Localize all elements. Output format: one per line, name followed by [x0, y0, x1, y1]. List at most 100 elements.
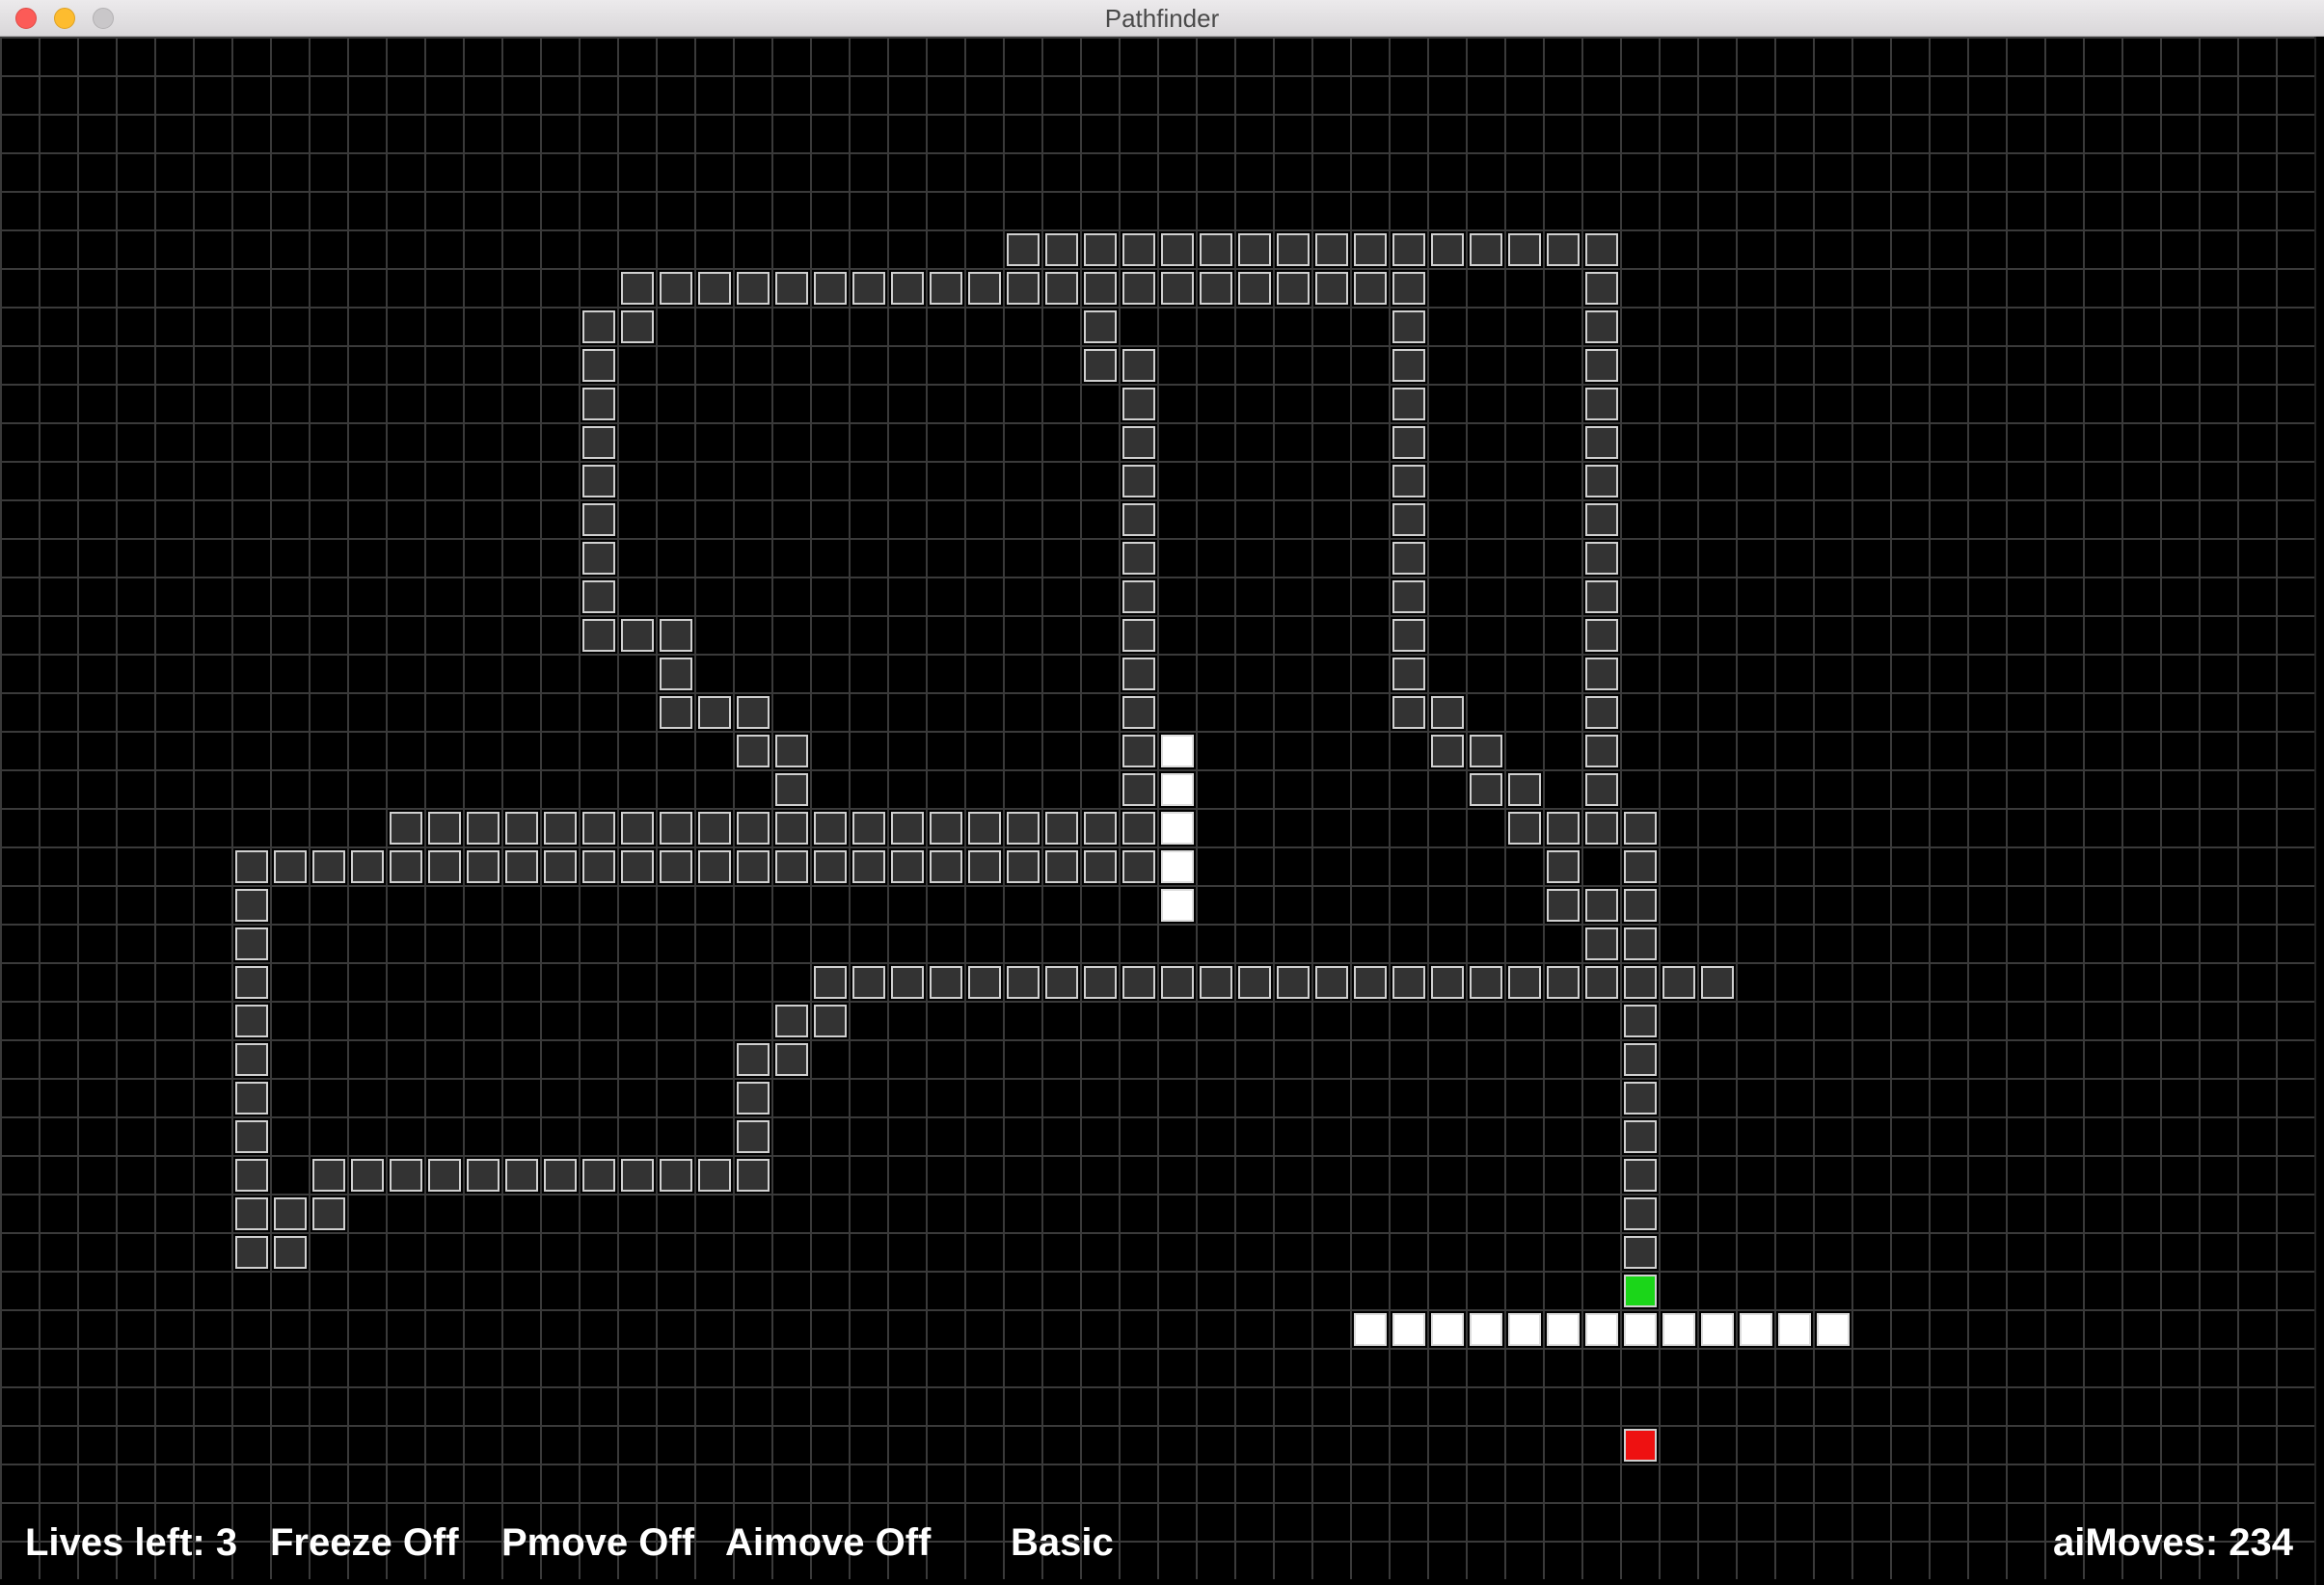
wall-cell [582, 812, 615, 845]
wall-cell [737, 1082, 770, 1115]
wall-cell [930, 812, 962, 845]
wall-cell [274, 850, 307, 883]
wall-cell [852, 850, 885, 883]
wall-cell [1431, 735, 1464, 767]
wall-cell [505, 1159, 538, 1192]
player-cell [1624, 1275, 1657, 1307]
white-block-cell [1778, 1313, 1811, 1346]
wall-cell [235, 966, 268, 999]
wall-cell [582, 1159, 615, 1192]
wall-cell [1585, 465, 1618, 497]
wall-cell [1084, 349, 1117, 382]
wall-cell [814, 272, 847, 305]
wall-cell [737, 735, 770, 767]
wall-cell [544, 850, 577, 883]
wall-cell [1122, 465, 1155, 497]
wall-cell [582, 850, 615, 883]
wall-cell [1392, 503, 1425, 536]
wall-cell [775, 812, 808, 845]
white-block-cell [1701, 1313, 1734, 1346]
wall-cell [930, 966, 962, 999]
wall-cell [1585, 272, 1618, 305]
wall-cell [1354, 272, 1387, 305]
wall-cell [737, 272, 770, 305]
lives-left-text: Lives left: 3 [25, 1521, 238, 1564]
wall-cell [582, 465, 615, 497]
wall-cell [1624, 1043, 1657, 1076]
wall-cell [660, 658, 692, 690]
wall-cell [1315, 233, 1348, 266]
wall-cell [1624, 966, 1657, 999]
wall-cell [1624, 927, 1657, 960]
wall-cell [1122, 735, 1155, 767]
wall-cell [467, 850, 500, 883]
wall-cell [274, 1236, 307, 1269]
wall-cell [1470, 966, 1502, 999]
status-bar: Lives left: 3 Freeze Off Pmove Off Aimov… [0, 1504, 2314, 1579]
wall-cell [621, 619, 654, 652]
wall-cell [1315, 272, 1348, 305]
wall-cell [621, 812, 654, 845]
title-bar[interactable]: Pathfinder [0, 0, 2324, 37]
wall-cell [968, 966, 1001, 999]
wall-cell [544, 812, 577, 845]
white-block-cell [1470, 1313, 1502, 1346]
wall-cell [1662, 966, 1695, 999]
wall-cell [1585, 310, 1618, 343]
pathfinder-window: Pathfinder Lives left: 3 Freeze Off Pmov… [0, 0, 2324, 1585]
white-block-cell [1585, 1313, 1618, 1346]
wall-cell [1045, 272, 1078, 305]
wall-cell [1585, 773, 1618, 806]
wall-cell [1585, 349, 1618, 382]
wall-cell [1547, 812, 1580, 845]
wall-cell [1392, 465, 1425, 497]
wall-cell [1122, 426, 1155, 459]
wall-cell [775, 1043, 808, 1076]
wall-cell [737, 1159, 770, 1192]
wall-cell [1122, 349, 1155, 382]
wall-cell [1007, 272, 1040, 305]
wall-cell [1431, 966, 1464, 999]
wall-cell [814, 1005, 847, 1037]
wall-cell [1624, 850, 1657, 883]
game-board[interactable] [0, 37, 2314, 1579]
white-block-cell [1161, 850, 1194, 883]
wall-cell [698, 812, 731, 845]
wall-cell [505, 812, 538, 845]
wall-cell [1007, 233, 1040, 266]
window-title: Pathfinder [1104, 4, 1220, 33]
wall-cell [698, 696, 731, 729]
wall-cell [505, 850, 538, 883]
wall-cell [621, 850, 654, 883]
wall-cell [1547, 966, 1580, 999]
wall-cell [1547, 850, 1580, 883]
wall-cell [660, 1159, 692, 1192]
wall-cell [1045, 233, 1078, 266]
wall-cell [775, 850, 808, 883]
wall-cell [1470, 233, 1502, 266]
wall-cell [390, 850, 422, 883]
wall-cell [235, 1236, 268, 1269]
white-block-cell [1431, 1313, 1464, 1346]
wall-cell [698, 850, 731, 883]
wall-cell [582, 426, 615, 459]
wall-cell [1277, 272, 1310, 305]
wall-cell [1122, 503, 1155, 536]
wall-cell [1045, 812, 1078, 845]
wall-cell [621, 1159, 654, 1192]
wall-cell [891, 966, 924, 999]
wall-cell [1585, 426, 1618, 459]
wall-cell [1392, 696, 1425, 729]
wall-cell [852, 966, 885, 999]
freeze-status-text: Freeze Off [270, 1521, 459, 1564]
wall-cell [1315, 966, 1348, 999]
wall-cell [1392, 272, 1425, 305]
wall-cell [1392, 349, 1425, 382]
wall-cell [1122, 773, 1155, 806]
wall-cell [968, 272, 1001, 305]
wall-cell [582, 349, 615, 382]
wall-cell [1585, 735, 1618, 767]
wall-cell [1392, 426, 1425, 459]
wall-cell [1624, 1236, 1657, 1269]
wall-cell [1122, 850, 1155, 883]
